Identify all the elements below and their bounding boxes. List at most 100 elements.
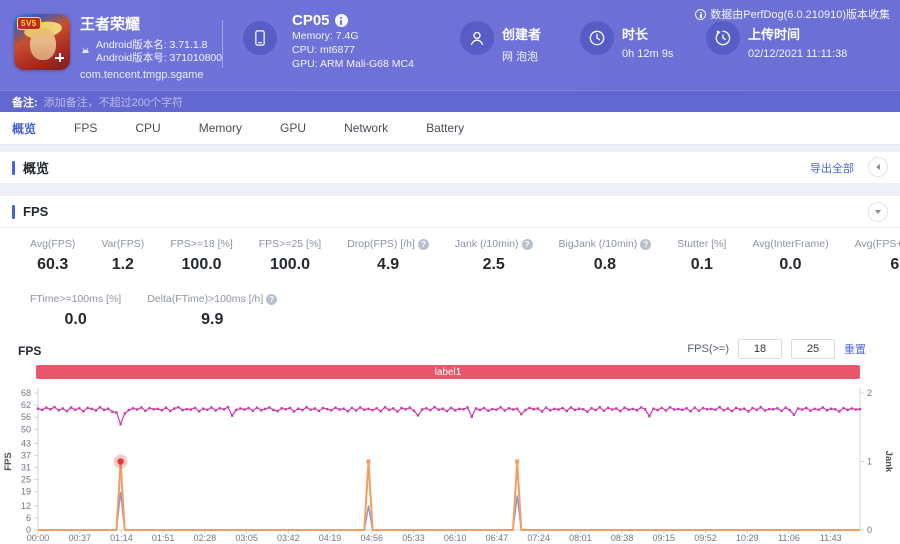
svg-text:01:51: 01:51 [152, 533, 175, 543]
metric: Avg(FPS) 60.3 [30, 238, 75, 274]
device-info: CP05 Memory: 7.4G CPU: mt6877 GPU: ARM M… [292, 12, 414, 71]
metric-label: BigJank (/10min) [559, 238, 652, 250]
game-app-icon: 5V5 [14, 14, 70, 70]
device-model: CP05 [292, 12, 330, 29]
metric-label: Var(FPS) [101, 238, 145, 250]
metric: Var(FPS) 1.2 [101, 238, 144, 274]
svg-text:03:05: 03:05 [235, 533, 258, 543]
metric-value: 0.1 [690, 256, 713, 273]
svg-text:07:24: 07:24 [527, 533, 550, 543]
header: 5V5 王者荣耀 Android版本名: 3.71.1.8 Android版本号… [0, 0, 900, 90]
tab-cpu[interactable]: CPU [135, 121, 160, 135]
fps-title: FPS [23, 204, 49, 219]
svg-text:2: 2 [867, 388, 872, 398]
metric: Drop(FPS) [/h] 4.9 [347, 238, 429, 274]
help-icon[interactable] [266, 293, 278, 305]
svg-text:0: 0 [867, 525, 872, 535]
metric-value: 0.0 [779, 256, 802, 273]
svg-text:37: 37 [21, 450, 31, 460]
metric-label: Jank (/10min) [455, 238, 533, 250]
remark-placeholder: 添加备注，不超过200个字符 [43, 96, 184, 109]
metric: Delta(FTime)>100ms [/h] 9.9 [147, 293, 278, 329]
remark-bar[interactable]: 备注: 添加备注，不超过200个字符 [0, 90, 900, 112]
svg-text:11:43: 11:43 [820, 533, 842, 543]
android-version-code: Android版本号: 371010800 [96, 52, 223, 64]
help-icon[interactable] [521, 238, 533, 250]
svg-text:04:19: 04:19 [319, 533, 342, 543]
upload-label: 上传时间 [748, 27, 801, 42]
metric-label: FTime>=100ms [%] [30, 293, 122, 305]
label1-band[interactable]: label1 [36, 365, 860, 379]
collected-by-note: 数据由PerfDog(6.0.210910)版本收集 [695, 6, 890, 22]
export-all-link[interactable]: 导出全部 [810, 160, 854, 176]
tab-overview[interactable]: 概览 [12, 120, 36, 137]
svg-text:08:38: 08:38 [611, 533, 634, 543]
device-gpu: GPU: ARM Mali-G68 MC4 [292, 58, 414, 70]
metric-value: 100.0 [269, 256, 311, 273]
tab-network[interactable]: Network [344, 121, 388, 135]
device-memory: Memory: 7.4G [292, 30, 359, 42]
reset-link[interactable]: 重置 [844, 341, 866, 357]
svg-text:06:10: 06:10 [444, 533, 467, 543]
fps-panel: FPS Avg(FPS) 60.3 Var(FPS) 1.2 FPS>=18 [%] 10… [0, 196, 900, 544]
svg-text:25: 25 [21, 475, 31, 485]
tab-fps[interactable]: FPS [74, 121, 97, 135]
metric-value: 60.3 [890, 256, 900, 273]
tab-gpu[interactable]: GPU [280, 121, 306, 135]
metric-label: Delta(FTime)>100ms [/h] [147, 293, 278, 305]
svg-text:05:33: 05:33 [402, 533, 425, 543]
svg-text:09:15: 09:15 [653, 533, 676, 543]
duration-avatar [580, 21, 614, 55]
fps-threshold-min-input[interactable] [738, 339, 782, 359]
metric-label: Avg(FPS+InterFrame) [854, 238, 900, 250]
metric-label: FPS>=25 [%] [258, 238, 322, 250]
svg-text:62: 62 [21, 400, 31, 410]
metric-value: 1.2 [111, 256, 134, 273]
help-icon[interactable] [417, 238, 429, 250]
info-icon [695, 9, 707, 20]
svg-text:06:47: 06:47 [486, 533, 509, 543]
upload-block: 上传时间 02/12/2021 11:11:38 [748, 24, 847, 60]
svg-text:1: 1 [867, 457, 872, 467]
creator-avatar [460, 21, 494, 55]
info-icon[interactable] [334, 14, 348, 27]
overview-section-header: 概览 导出全部 [0, 152, 900, 183]
chevron-down-icon [875, 210, 881, 214]
help-icon[interactable] [640, 238, 652, 250]
metric-value: 2.5 [482, 256, 505, 273]
duration-value: 0h 12m 9s [622, 48, 674, 60]
creator-value: 网 泡泡 [502, 51, 539, 63]
svg-text:56: 56 [21, 412, 31, 422]
metric-value: 100.0 [181, 256, 222, 273]
section-accent-bar [12, 160, 15, 175]
svg-text:01:14: 01:14 [110, 533, 133, 543]
svg-text:00:00: 00:00 [27, 533, 50, 543]
tab-bar: 概览 FPS CPU Memory GPU Network Battery [0, 112, 900, 145]
fps-filter-label: FPS(>=) [687, 343, 729, 355]
user-icon [470, 31, 484, 45]
tab-memory[interactable]: Memory [199, 121, 242, 135]
tab-battery[interactable]: Battery [426, 121, 464, 135]
fps-threshold-filter: FPS(>=) 重置 [687, 339, 866, 359]
fps-chart-svg[interactable]: 061219253137435056626801200:00 00:37 01:14… [0, 384, 900, 544]
chevron-left-icon [876, 164, 880, 170]
fps-threshold-max-input[interactable] [791, 339, 835, 359]
duration-block: 时长 0h 12m 9s [622, 24, 673, 60]
collapse-left-button[interactable] [868, 157, 888, 177]
package-name: com.tencent.tmgp.sgame [80, 69, 204, 81]
perfdog-report-page: 5V5 王者荣耀 Android版本名: 3.71.1.8 Android版本号… [0, 0, 900, 544]
svg-text:43: 43 [21, 438, 31, 448]
svg-text:11:06: 11:06 [778, 533, 800, 543]
metric-label: Avg(InterFrame) [752, 238, 829, 250]
5v5-badge-icon: 5V5 [17, 17, 41, 30]
metric-value: 60.3 [37, 256, 69, 273]
header-divider [222, 20, 223, 68]
metric-value: 0.0 [64, 311, 87, 328]
creator-block: 创建者 网 泡泡 [502, 24, 541, 64]
collapse-down-button[interactable] [868, 202, 888, 222]
chart-title: FPS [18, 344, 42, 358]
game-info: 王者荣耀 Android版本名: 3.71.1.8 Android版本号: 37… [80, 13, 222, 81]
metric: Avg(InterFrame) 0.0 [752, 238, 828, 274]
svg-text:08:01: 08:01 [569, 533, 592, 543]
svg-text:6: 6 [26, 513, 31, 523]
